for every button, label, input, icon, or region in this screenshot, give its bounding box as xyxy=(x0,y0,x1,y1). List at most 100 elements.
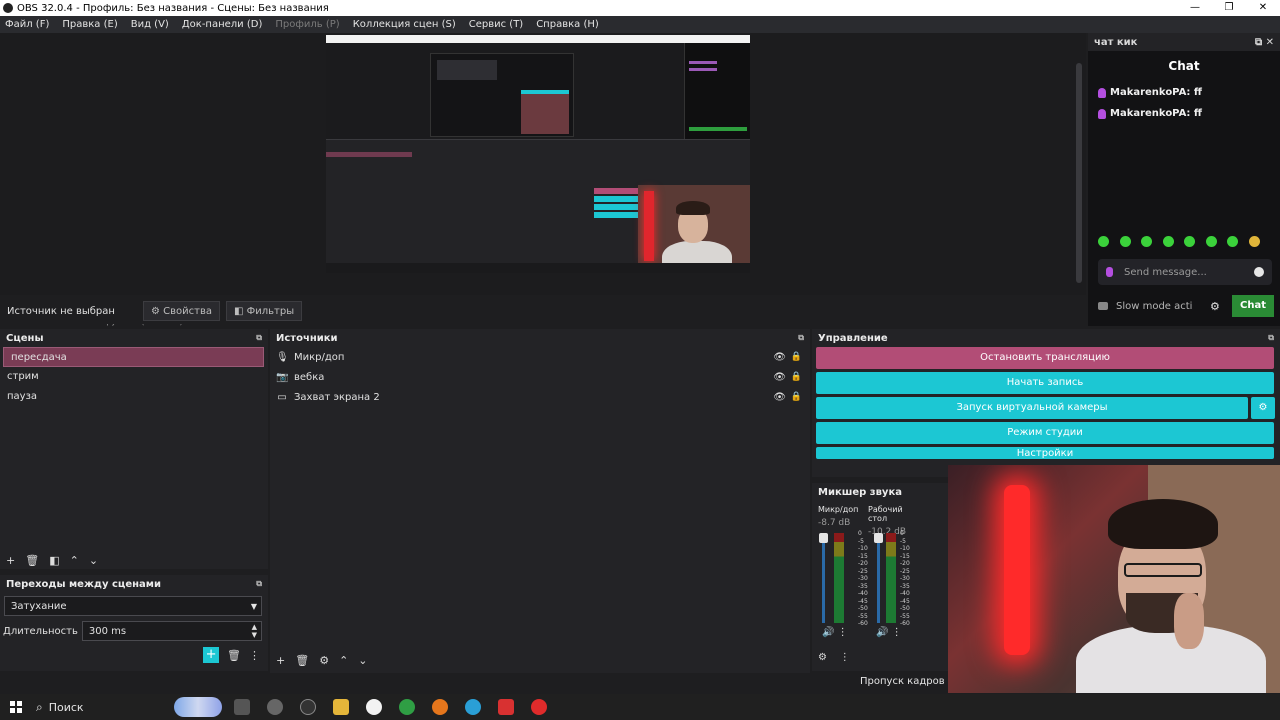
menu-file[interactable]: Файл (F) xyxy=(2,19,49,30)
chat-send-button[interactable]: Chat xyxy=(1232,295,1274,317)
undock-icon[interactable]: ⧉ xyxy=(798,333,804,343)
send-message-input[interactable]: Send message... xyxy=(1098,259,1272,285)
move-up-icon[interactable]: ⌃ xyxy=(70,554,79,567)
minimize-button[interactable]: — xyxy=(1178,0,1212,16)
move-down-icon[interactable]: ⌄ xyxy=(89,554,98,567)
menu-scene-collection[interactable]: Коллекция сцен (S) xyxy=(350,19,456,30)
scenes-toolbar: + 🗑 ◧ ⌃ ⌄ xyxy=(6,554,98,567)
task-view-icon[interactable] xyxy=(234,699,250,715)
yandex-browser-icon[interactable] xyxy=(366,699,382,715)
properties-label: Свойства xyxy=(163,305,212,317)
channel-menu-icon[interactable]: ⋮ xyxy=(838,627,848,638)
emote-icon[interactable] xyxy=(1184,236,1195,247)
properties-button[interactable]: ⚙ Свойства xyxy=(143,301,220,321)
settings-button[interactable]: Настройки xyxy=(816,447,1274,459)
add-source-icon[interactable]: + xyxy=(276,654,285,667)
visibility-eye-icon[interactable]: 👁 xyxy=(773,352,786,363)
volume-slider-handle[interactable] xyxy=(819,533,828,543)
menu-docks[interactable]: Док-панели (D) xyxy=(179,19,263,30)
lock-icon[interactable]: 🔒 xyxy=(791,372,802,382)
scene-item[interactable]: пересдача xyxy=(3,347,264,367)
channel-menu-icon[interactable]: ⋮ xyxy=(892,627,902,638)
gear-icon: ⚙ xyxy=(151,305,164,317)
visibility-eye-icon[interactable]: 👁 xyxy=(773,372,786,383)
chat-dock-controls[interactable]: ⧉ ✕ xyxy=(1255,37,1274,48)
telegram-icon[interactable] xyxy=(465,699,481,715)
preview-canvas[interactable] xyxy=(326,35,750,273)
scene-item[interactable]: пауза xyxy=(0,387,268,407)
chrome-icon[interactable] xyxy=(399,699,415,715)
volume-slider-handle[interactable] xyxy=(874,533,883,543)
emoji-icon[interactable] xyxy=(1254,267,1264,277)
undock-icon[interactable]: ⧉ xyxy=(256,579,262,589)
menu-profile[interactable]: Профиль (P) xyxy=(272,19,339,30)
move-down-icon[interactable]: ⌄ xyxy=(358,654,367,667)
menu-help[interactable]: Справка (H) xyxy=(533,19,599,30)
no-source-label: Источник не выбран xyxy=(7,305,115,317)
scene-item[interactable]: стрим xyxy=(0,367,268,387)
undock-icon[interactable]: ⧉ xyxy=(1268,333,1274,343)
transition-select[interactable]: Затухание ▼ xyxy=(4,596,262,616)
windows-start-icon[interactable] xyxy=(10,701,22,713)
yandex-app-icon[interactable] xyxy=(531,699,547,715)
source-item[interactable]: 🎙 Микр/доп 👁 🔒 xyxy=(270,347,810,367)
start-recording-button[interactable]: Начать запись xyxy=(816,372,1274,394)
obs-app-icon[interactable] xyxy=(267,699,283,715)
stop-streaming-button[interactable]: Остановить трансляцию xyxy=(816,347,1274,369)
file-explorer-icon[interactable] xyxy=(333,699,349,715)
taskbar-search-label: Поиск xyxy=(48,700,84,714)
chat-dock: чат кик ⧉ ✕ Chat MakarenkoPA: ff Makaren… xyxy=(1088,33,1280,326)
source-item[interactable]: 📷 вебка 👁 🔒 xyxy=(270,367,810,387)
captured-nested-preview xyxy=(430,53,574,137)
scale-tick: -45 xyxy=(900,597,910,605)
preview-area[interactable]: − 33% + Масштабируемый (636x357) ▾ xyxy=(0,33,1086,326)
remove-transition-icon[interactable]: 🗑 xyxy=(227,649,241,662)
undock-icon[interactable]: ⧉ xyxy=(256,333,262,343)
taskbar-search[interactable]: ⌕ Поиск xyxy=(36,694,222,720)
filters-button[interactable]: ◧ Фильтры xyxy=(226,301,303,321)
volume-slider[interactable] xyxy=(822,533,825,623)
firefox-icon[interactable] xyxy=(432,699,448,715)
advanced-audio-icon[interactable]: ⚙ xyxy=(818,652,827,663)
lock-icon[interactable]: 🔒 xyxy=(791,392,802,402)
studio-mode-button[interactable]: Режим студии xyxy=(816,422,1274,444)
virtual-camera-button[interactable]: Запуск виртуальной камеры ⚙ xyxy=(816,397,1275,419)
scene-filters-icon[interactable]: ◧ xyxy=(49,554,59,567)
mute-speaker-icon[interactable]: 🔊 xyxy=(822,627,834,638)
preview-vertical-scrollbar[interactable] xyxy=(1076,63,1082,283)
scale-tick: -45 xyxy=(858,597,868,605)
mute-speaker-icon[interactable]: 🔊 xyxy=(876,627,888,638)
emote-icon[interactable] xyxy=(1119,236,1131,247)
add-scene-icon[interactable]: + xyxy=(6,554,15,567)
emote-icon[interactable] xyxy=(1098,236,1109,247)
emote-icon[interactable] xyxy=(1248,236,1260,247)
menu-edit[interactable]: Правка (E) xyxy=(59,19,117,30)
mixer-menu-icon[interactable]: ⋮ xyxy=(840,652,850,663)
emote-icon[interactable] xyxy=(1227,236,1238,247)
move-up-icon[interactable]: ⌃ xyxy=(339,654,348,667)
menu-tools[interactable]: Сервис (T) xyxy=(466,19,523,30)
visibility-eye-icon[interactable]: 👁 xyxy=(773,392,786,403)
close-button[interactable]: ✕ xyxy=(1246,0,1280,16)
source-item[interactable]: ▭ Захват экрана 2 👁 🔒 xyxy=(270,387,810,407)
red-app-icon[interactable] xyxy=(498,699,514,715)
add-transition-button[interactable]: + xyxy=(203,647,220,663)
duration-input[interactable]: 300 ms ▲ ▼ xyxy=(81,621,262,641)
lock-icon[interactable]: 🔒 xyxy=(791,352,802,362)
recorder-icon[interactable] xyxy=(300,699,316,715)
virtual-camera-settings-icon[interactable]: ⚙ xyxy=(1251,397,1275,419)
spin-arrows-icon[interactable]: ▲ ▼ xyxy=(252,623,257,639)
remove-scene-icon[interactable]: 🗑 xyxy=(25,554,39,567)
chat-user[interactable]: MakarenkoPA xyxy=(1110,87,1186,98)
volume-slider[interactable] xyxy=(877,533,880,623)
emote-icon[interactable] xyxy=(1205,236,1217,247)
chat-user[interactable]: MakarenkoPA xyxy=(1110,108,1186,119)
more-options-icon[interactable]: ⋮ xyxy=(249,649,260,662)
restore-button[interactable]: ❐ xyxy=(1212,0,1246,16)
chat-settings-icon[interactable]: ⚙ xyxy=(1210,300,1220,313)
menu-view[interactable]: Вид (V) xyxy=(128,19,169,30)
remove-source-icon[interactable]: 🗑 xyxy=(295,654,309,667)
emote-icon[interactable] xyxy=(1141,236,1152,247)
emote-icon[interactable] xyxy=(1162,236,1174,247)
source-settings-icon[interactable]: ⚙ xyxy=(319,654,329,667)
